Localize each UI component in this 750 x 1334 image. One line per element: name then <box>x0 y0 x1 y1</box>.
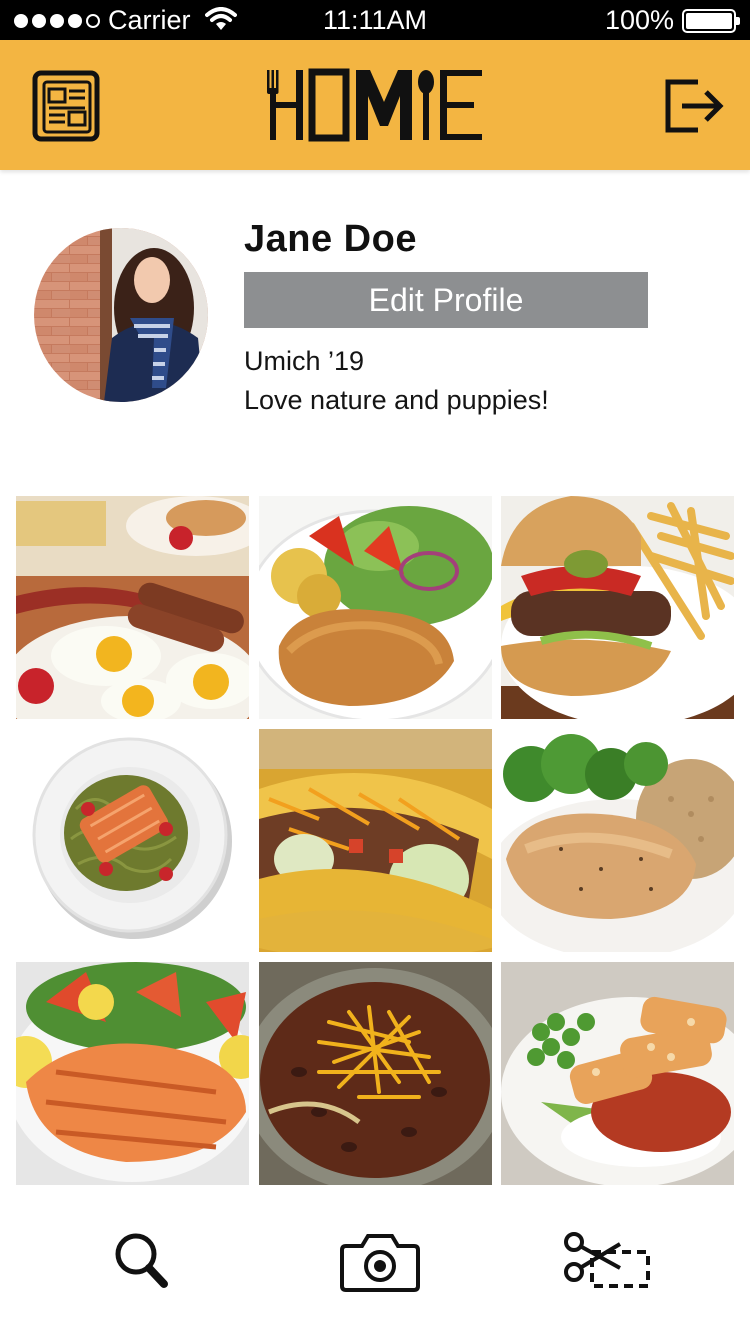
profile-school: Umich ’19 <box>244 346 365 376</box>
app-header <box>0 40 750 170</box>
profile-name: Jane Doe <box>244 218 417 260</box>
photo-tile-schnitzel[interactable] <box>259 496 492 719</box>
photo-grid <box>16 496 734 1185</box>
photo-tile-salmon-salad[interactable] <box>16 962 249 1185</box>
photo-tile-breakfast[interactable] <box>16 496 249 719</box>
battery-icon <box>682 8 740 33</box>
status-right: 100% <box>604 5 740 36</box>
photo-tile-chicken-broccoli[interactable] <box>501 729 734 952</box>
battery-percent: 100% <box>604 5 674 35</box>
camera-icon[interactable] <box>340 1232 420 1292</box>
photo-tile-tacos[interactable] <box>259 729 492 952</box>
bottom-tab-bar <box>0 1196 750 1334</box>
photo-tile-chili[interactable] <box>259 962 492 1185</box>
search-icon[interactable] <box>112 1228 172 1290</box>
newspaper-icon[interactable] <box>32 70 100 142</box>
status-bar: Carrier 11:11AM 100% <box>0 0 750 40</box>
profile-avatar[interactable] <box>34 228 208 402</box>
edit-profile-button[interactable]: Edit Profile <box>244 272 648 328</box>
scissors-crop-icon[interactable] <box>562 1232 652 1290</box>
profile-bio: Love nature and puppies! <box>244 385 549 415</box>
photo-tile-salmon-pasta[interactable] <box>16 729 249 952</box>
photo-tile-fried-chicken[interactable] <box>501 962 734 1185</box>
photo-tile-burger[interactable] <box>501 496 734 719</box>
avatar-photo <box>34 228 208 402</box>
home-logo <box>267 68 482 142</box>
logout-icon[interactable] <box>662 76 726 136</box>
